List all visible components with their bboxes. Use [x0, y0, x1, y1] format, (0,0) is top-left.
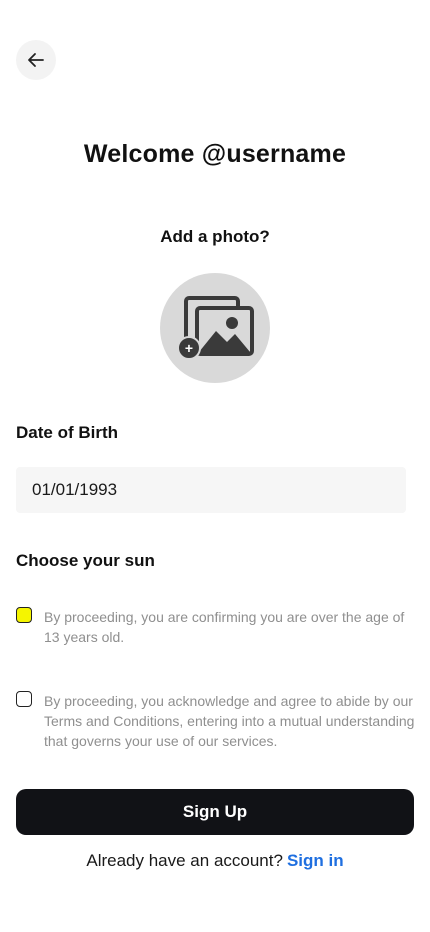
arrow-left-icon	[28, 53, 44, 67]
choose-sun-label: Choose your sun	[16, 551, 155, 570]
age-consent-text: By proceeding, you are confirming you ar…	[44, 609, 405, 645]
sign-in-prompt-text: Already have an account?	[86, 851, 283, 870]
plus-badge-icon: +	[177, 336, 201, 360]
add-photo-label: Add a photo?	[160, 227, 270, 246]
age-consent-row: By proceeding, you are confirming you ar…	[16, 607, 416, 647]
sign-in-link[interactable]: Sign in	[287, 851, 344, 870]
add-photo-button[interactable]: +	[160, 273, 270, 383]
sign-up-button[interactable]: Sign Up	[16, 789, 414, 835]
photo-stack-icon	[184, 296, 254, 356]
date-of-birth-field[interactable]: 01/01/1993	[16, 467, 406, 513]
page-title: Welcome @username	[83, 140, 347, 168]
terms-consent-text: By proceeding, you acknowledge and agree…	[44, 693, 415, 749]
terms-consent-row: By proceeding, you acknowledge and agree…	[16, 691, 416, 751]
back-button[interactable]	[16, 40, 56, 80]
age-consent-checkbox[interactable]	[16, 607, 32, 623]
dob-label: Date of Birth	[16, 423, 118, 442]
terms-consent-checkbox[interactable]	[16, 691, 32, 707]
sign-in-prompt: Already have an account? Sign in	[0, 851, 430, 871]
